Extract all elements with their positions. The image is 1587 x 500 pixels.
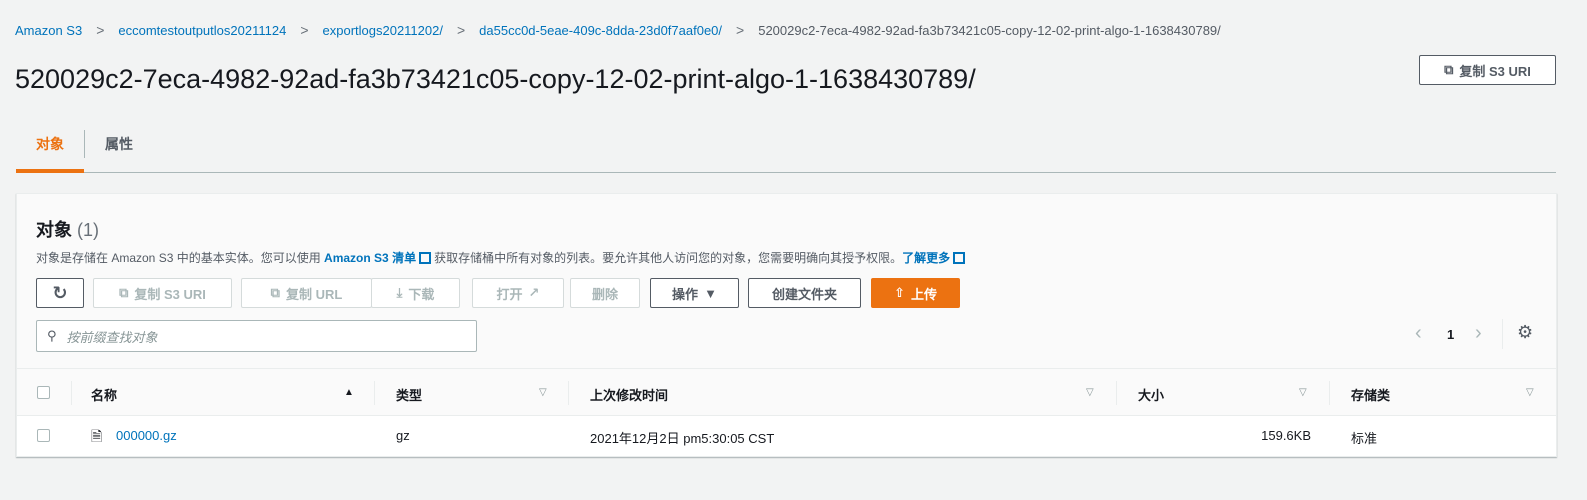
- object-size: 159.6KB: [1261, 428, 1311, 443]
- inventory-link[interactable]: Amazon S3 清单: [324, 251, 416, 265]
- chevron-right-icon: >: [300, 22, 309, 38]
- breadcrumb-bucket[interactable]: eccomtestoutputlos20211124: [118, 23, 286, 38]
- upload-button[interactable]: ⇧ 上传: [871, 278, 960, 308]
- table-row: 🗎 000000.gz gz 2021年12月2日 pm5:30:05 CST …: [17, 416, 1556, 456]
- breadcrumb-current: 520029c2-7eca-4982-92ad-fa3b73421c05-cop…: [758, 22, 1221, 38]
- prev-page-icon[interactable]: ‹: [1415, 322, 1422, 345]
- create-folder-button[interactable]: 创建文件夹: [748, 278, 861, 308]
- breadcrumb-folder[interactable]: da55cc0d-5eae-409c-8dda-23d0f7aaf0e0/: [479, 23, 722, 38]
- sort-icon[interactable]: ▽: [1086, 387, 1094, 398]
- actions-dropdown[interactable]: 操作 ▼: [650, 278, 739, 308]
- breadcrumb-exportlogs[interactable]: exportlogs20211202/: [323, 23, 443, 38]
- table-header: 名称 ▲ 类型 ▽ 上次修改时间 ▽ 大小 ▽ 存储类 ▽: [17, 368, 1556, 416]
- active-tab-indicator: [16, 169, 84, 173]
- sort-icon[interactable]: ▽: [1526, 387, 1534, 398]
- external-link-icon: [953, 252, 966, 264]
- next-page-icon[interactable]: ›: [1475, 322, 1482, 345]
- column-storage-class[interactable]: 存储类: [1351, 385, 1390, 404]
- refresh-button[interactable]: ↻: [36, 278, 84, 308]
- tab-objects[interactable]: 对象: [36, 134, 64, 154]
- external-link-icon: ↗: [528, 285, 540, 300]
- copy-icon: ⧉: [1444, 62, 1454, 77]
- download-icon: ⤓: [396, 285, 403, 300]
- tab-divider: [84, 130, 85, 158]
- object-count: (1): [77, 220, 100, 240]
- learn-more-link[interactable]: 了解更多: [902, 251, 950, 265]
- page-title: 520029c2-7eca-4982-92ad-fa3b73421c05-cop…: [15, 64, 976, 94]
- breadcrumb: Amazon S3 > eccomtestoutputlos20211124 > e…: [15, 22, 1221, 38]
- object-modified: 2021年12月2日 pm5:30:05 CST: [590, 431, 775, 446]
- column-name[interactable]: 名称: [91, 385, 117, 404]
- object-name-link[interactable]: 000000.gz: [116, 428, 177, 443]
- search-input[interactable]: ⚲ 按前缀查找对象: [36, 320, 477, 352]
- chevron-right-icon: >: [736, 22, 745, 38]
- search-icon: ⚲: [47, 328, 57, 343]
- panel-description: 对象是存储在 Amazon S3 中的基本实体。您可以使用 Amazon S3 …: [36, 249, 968, 266]
- column-size[interactable]: 大小: [1138, 385, 1164, 404]
- column-last-modified[interactable]: 上次修改时间: [590, 385, 668, 404]
- chevron-right-icon: >: [456, 22, 466, 38]
- copy-s3-uri-button[interactable]: ⧉ 复制 S3 URI: [1419, 55, 1556, 85]
- copy-url-button[interactable]: ⧉ 复制 URL: [241, 278, 372, 308]
- panel-title: 对象 (1): [36, 220, 100, 240]
- object-storage-class: 标准: [1351, 431, 1378, 446]
- tab-bar: 对象 属性: [16, 124, 1556, 173]
- sort-icon[interactable]: ▽: [539, 387, 547, 398]
- column-type[interactable]: 类型: [396, 385, 422, 404]
- settings-gear-icon[interactable]: ⚙: [1517, 322, 1533, 343]
- file-icon: 🗎: [91, 428, 103, 444]
- download-button[interactable]: ⤓ 下载: [371, 278, 460, 308]
- refresh-icon: ↻: [52, 282, 68, 303]
- copy-icon: ⧉: [119, 285, 129, 300]
- object-type: gz: [396, 428, 410, 443]
- breadcrumb-amazon-s3[interactable]: Amazon S3: [15, 23, 82, 38]
- select-all-checkbox[interactable]: [37, 386, 50, 399]
- delete-button[interactable]: 删除: [570, 278, 640, 308]
- external-link-icon: [419, 252, 432, 264]
- caret-down-icon: ▼: [704, 285, 717, 301]
- divider: [1502, 319, 1503, 349]
- sort-ascending-icon[interactable]: ▲: [344, 387, 354, 398]
- copy-s3-uri-button[interactable]: ⧉ 复制 S3 URI: [93, 278, 232, 308]
- open-button[interactable]: 打开 ↗: [472, 278, 564, 308]
- tab-properties[interactable]: 属性: [105, 134, 133, 154]
- chevron-right-icon: >: [96, 22, 105, 38]
- objects-panel: 对象 (1) 对象是存储在 Amazon S3 中的基本实体。您可以使用 Ama…: [16, 193, 1557, 457]
- current-page[interactable]: 1: [1447, 327, 1454, 342]
- sort-icon[interactable]: ▽: [1299, 387, 1307, 398]
- copy-icon: ⧉: [270, 285, 280, 300]
- upload-icon: ⇧: [894, 285, 905, 300]
- row-checkbox[interactable]: [37, 429, 50, 442]
